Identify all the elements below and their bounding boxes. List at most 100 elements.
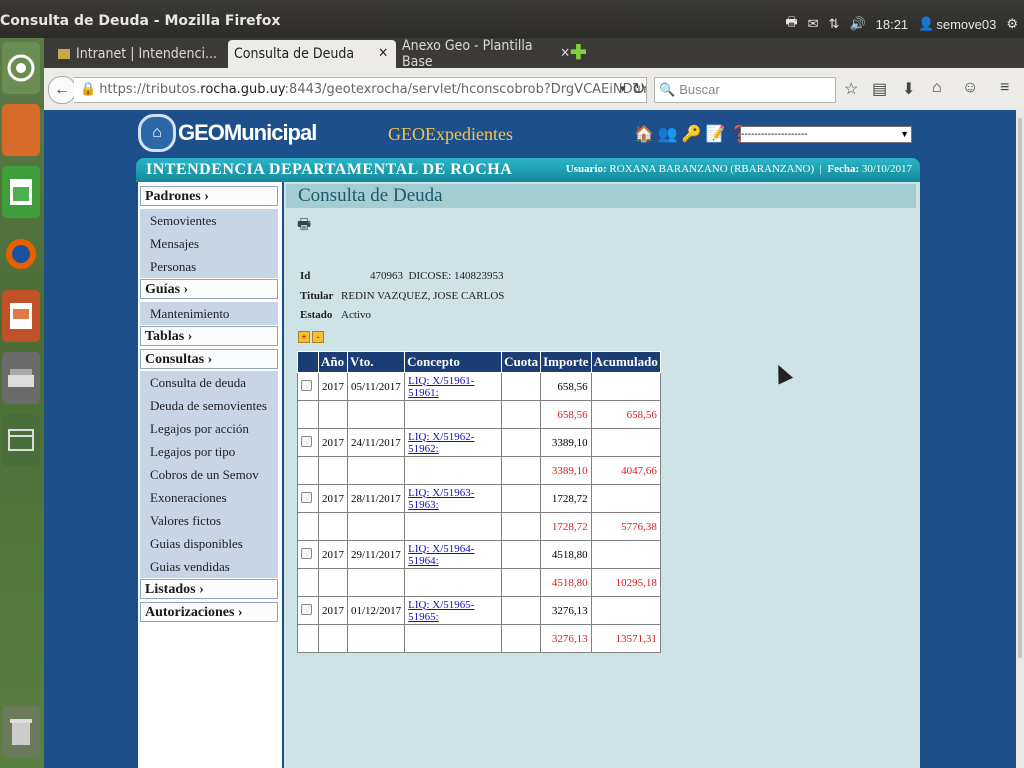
sidebar-item-semovientes[interactable]: Semovientes: [140, 209, 278, 232]
concepto-link[interactable]: LIQ: X/51962-51962:: [408, 431, 474, 455]
row-checkbox[interactable]: [297, 428, 319, 457]
sidebar-item-guias-disponibles[interactable]: Guias disponibles: [140, 532, 278, 555]
sidebar-item-mantenimiento[interactable]: Mantenimiento: [140, 302, 278, 325]
concepto-link[interactable]: LIQ: X/51965-51965:: [408, 599, 474, 623]
tab-favicon-icon: [58, 49, 70, 59]
org-name: INTENDENCIA DEPARTAMENTAL DE ROCHA: [146, 161, 513, 178]
main-content: Consulta de Deuda 🖶 Id 470963 DICOSE: 140…: [284, 182, 920, 768]
scrollbar-thumb[interactable]: [1018, 118, 1022, 658]
concepto-link[interactable]: LIQ: X/51963-51963:: [408, 487, 474, 511]
network-icon[interactable]: ⇅: [829, 16, 840, 32]
expand-all-icon[interactable]: +: [298, 331, 310, 343]
edit-icon[interactable]: 📝: [706, 124, 726, 144]
presentation-icon[interactable]: [2, 290, 40, 342]
mail-icon[interactable]: ✉: [808, 16, 819, 32]
sidebar-item-consulta-deuda[interactable]: Consulta de deuda: [140, 371, 278, 394]
sidebar-item-legajos-tipo[interactable]: Legajos por tipo: [140, 440, 278, 463]
sidebar-item-exoneraciones[interactable]: Exoneraciones: [140, 486, 278, 509]
row-checkbox[interactable]: [297, 540, 319, 569]
bookmark-star-icon[interactable]: ☆: [844, 79, 858, 99]
module-select[interactable]: -------------------- ▼: [740, 126, 912, 143]
concepto-link[interactable]: LIQ: X/51964-51964:: [408, 543, 474, 567]
user-icon[interactable]: 👤: [918, 16, 934, 32]
concepto-link[interactable]: LIQ: X/51961-51961:: [408, 375, 474, 399]
home-icon[interactable]: ⌂: [932, 79, 942, 97]
sidebar-section-padrones[interactable]: Padrones ›: [140, 186, 278, 206]
user-name[interactable]: semove03: [936, 17, 996, 32]
sidebar-item-deuda-semovientes[interactable]: Deuda de semovientes: [140, 394, 278, 417]
tab-intranet[interactable]: Intranet | Intendenci...: [58, 40, 228, 68]
sidebar-item-personas[interactable]: Personas: [140, 255, 278, 278]
reload-icon[interactable]: ↻: [632, 79, 645, 99]
sidebar-item-valores-fictos[interactable]: Valores fictos: [140, 509, 278, 532]
date-value: 30/10/2017: [861, 163, 912, 175]
dropdown-arrow-icon[interactable]: ▾: [620, 82, 626, 95]
clock[interactable]: 18:21: [876, 17, 909, 32]
sidebar-item-legajos-accion[interactable]: Legajos por acción: [140, 417, 278, 440]
cell-anio: 2017: [318, 428, 348, 457]
cell-acumulado-total: 13571,31: [590, 624, 661, 653]
table-subtotal-row: 4518,80 10295,18: [297, 568, 661, 597]
search-input[interactable]: 🔍 Buscar: [654, 77, 836, 103]
sidebar-section-consultas[interactable]: Consultas ›: [140, 349, 278, 369]
date-label: Fecha:: [827, 163, 860, 175]
scanner-icon[interactable]: [2, 352, 40, 404]
sidebar-item-cobros[interactable]: Cobros de un Semov: [140, 463, 278, 486]
search-icon: 🔍: [659, 82, 676, 97]
new-tab-icon[interactable]: ✚: [570, 40, 587, 65]
cell-acumulado: [590, 372, 661, 401]
close-icon[interactable]: ✕: [378, 46, 388, 61]
tab-label: Intranet | Intendenci...: [76, 46, 217, 62]
cell-vto: 05/11/2017: [346, 372, 406, 401]
app-header: ⌂ GEOMunicipal GEOExpedientes 🏠 👥 🔑 📝 ❓ …: [136, 110, 920, 158]
tab-anexo-geo[interactable]: Anexo Geo - Plantilla Base ✕: [396, 38, 570, 70]
sidebar-section-autorizaciones[interactable]: Autorizaciones ›: [140, 602, 278, 622]
tab-label: Anexo Geo - Plantilla Base: [402, 38, 533, 70]
pocket-icon[interactable]: ☺: [962, 79, 978, 97]
download-icon[interactable]: ⬇: [902, 79, 915, 99]
print-icon[interactable]: 🖶: [297, 214, 311, 239]
spreadsheet-icon[interactable]: [2, 166, 40, 218]
cell-concepto: LIQ: X/51963-51963:: [404, 484, 503, 513]
collapse-all-icon[interactable]: -: [312, 331, 324, 343]
sidebar-section-tablas[interactable]: Tablas ›: [140, 326, 278, 346]
url-bar[interactable]: 🔒 https://tributos.rocha.gub.uy:8443/geot…: [74, 77, 647, 103]
row-checkbox[interactable]: [297, 372, 319, 401]
sidebar-item-guias-vendidas[interactable]: Guias vendidas: [140, 555, 278, 578]
cell-acumulado-total: 4047,66: [590, 456, 661, 485]
cell-concepto: LIQ: X/51965-51965:: [404, 596, 503, 625]
workspace-icon[interactable]: [2, 414, 40, 466]
printer-icon[interactable]: 🖶: [785, 13, 797, 35]
cell-acumulado: [590, 484, 661, 513]
table-row: 2017 29/11/2017 LIQ: X/51964-51964: 4518…: [297, 540, 661, 569]
window-title: Consulta de Deuda - Mozilla Firefox: [0, 13, 281, 29]
reader-list-icon[interactable]: ▤: [872, 79, 887, 99]
cell-importe: 658,56: [540, 372, 592, 401]
volume-icon[interactable]: 🔊: [849, 16, 865, 32]
sidebar-section-listados[interactable]: Listados ›: [140, 579, 278, 599]
sidebar-item-mensajes[interactable]: Mensajes: [140, 232, 278, 255]
ubuntu-home-icon[interactable]: [2, 42, 40, 94]
users-icon[interactable]: 👥: [658, 124, 678, 144]
files-icon[interactable]: [2, 104, 40, 156]
web-page: ⌂ GEOMunicipal GEOExpedientes 🏠 👥 🔑 📝 ❓ …: [44, 110, 1016, 768]
row-checkbox[interactable]: [297, 596, 319, 625]
close-icon[interactable]: ✕: [560, 46, 570, 61]
chevron-down-icon: ▼: [900, 129, 909, 139]
geomunicipal-logo[interactable]: ⌂ GEOMunicipal: [138, 114, 317, 152]
titular-label: Titular: [300, 290, 334, 302]
key-icon[interactable]: 🔑: [682, 124, 702, 144]
tab-consulta-deuda[interactable]: Consulta de Deuda ✕: [228, 40, 396, 68]
cell-acumulado-total: 658,56: [590, 400, 661, 429]
gear-icon[interactable]: ⚙: [1006, 16, 1018, 32]
app-title: GEOExpedientes: [388, 124, 513, 144]
sidebar-section-guias[interactable]: Guías ›: [140, 279, 278, 299]
firefox-icon[interactable]: [2, 228, 40, 280]
row-checkbox[interactable]: [297, 484, 319, 513]
col-importe: Importe: [540, 351, 592, 373]
home-icon[interactable]: 🏠: [634, 124, 654, 144]
trash-icon[interactable]: [2, 706, 40, 758]
back-button[interactable]: ←: [48, 76, 76, 104]
cell-importe-total: 3276,13: [540, 624, 592, 653]
menu-icon[interactable]: ≡: [1000, 79, 1009, 97]
